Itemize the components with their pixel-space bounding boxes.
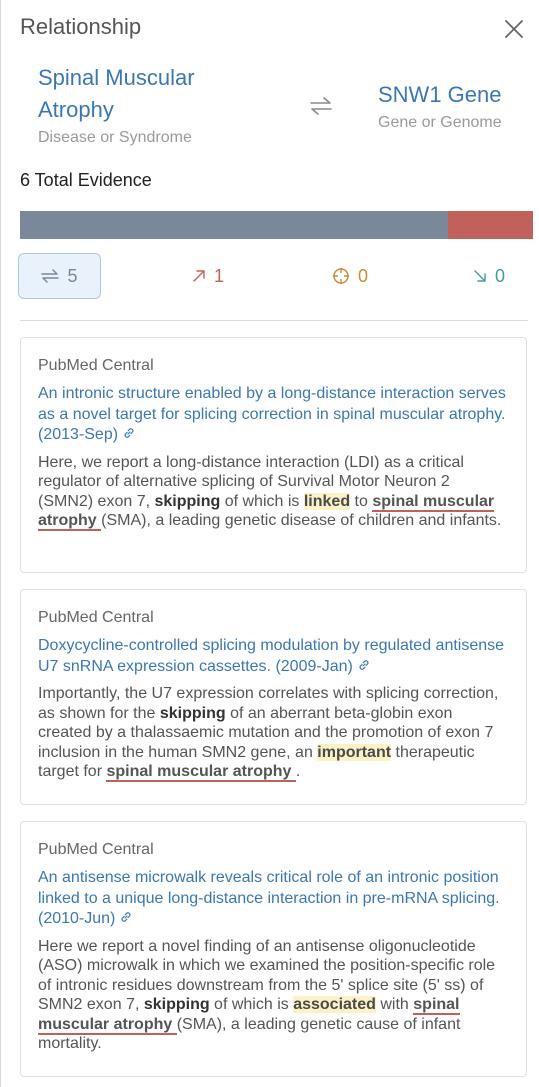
link-icon[interactable]	[119, 910, 133, 924]
filter-associated[interactable]: 5	[18, 253, 101, 299]
target-entity-type: Gene or Genome	[378, 114, 502, 131]
target-entity: SNW1 Gene Gene or Genome	[378, 79, 538, 132]
card-title-text[interactable]: An antisense microwalk reveals critical …	[38, 869, 500, 927]
bidirectional-arrows-icon	[41, 269, 60, 283]
relationship-panel: Relationship Spinal Muscular Atrophy Dis…	[0, 0, 539, 1087]
crosshair-icon	[332, 268, 349, 284]
filter-positive-count: 1	[213, 265, 224, 286]
snippet-text: (SMA), a leading genetic disease of chil…	[101, 512, 502, 529]
card-snippet: Here we report a novel finding of an ant…	[38, 937, 509, 1054]
evidence-card: PubMed Central An intronic structure ena…	[20, 337, 527, 573]
target-entity-name[interactable]: SNW1 Gene	[378, 79, 538, 111]
filter-negative-count: 0	[494, 265, 505, 286]
evidence-card: PubMed Central Doxycycline-controlled sp…	[20, 589, 527, 805]
source-entity-name[interactable]: Spinal Muscular Atrophy	[38, 62, 258, 126]
arrow-down-right-icon	[474, 270, 486, 282]
snippet-text: of which is	[220, 492, 304, 510]
card-snippet: Importantly, the U7 expression correlate…	[38, 684, 509, 782]
snippet-entity-mention: spinal muscular atrophy	[106, 763, 296, 782]
card-source: PubMed Central	[38, 841, 154, 858]
snippet-relation-highlight: important	[317, 743, 392, 761]
evidence-distribution-bar	[20, 211, 533, 239]
card-title-link[interactable]: An intronic structure enabled by a long-…	[38, 384, 509, 446]
card-title-text[interactable]: Doxycycline-controlled splicing modulati…	[38, 637, 504, 675]
bar-segment-positive	[447, 211, 533, 239]
filter-neutral-count: 0	[357, 265, 368, 286]
card-title-text[interactable]: An intronic structure enabled by a long-…	[38, 385, 506, 443]
evidence-filter-bar: 5 1 0 0	[18, 253, 523, 299]
card-snippet: Here, we report a long-distance interact…	[38, 453, 509, 531]
snippet-text: of which is	[209, 996, 294, 1013]
snippet-keyword: skipping	[154, 492, 221, 510]
snippet-relation-highlight: associated	[293, 996, 376, 1013]
total-evidence-label: 6 Total Evidence	[20, 170, 152, 190]
source-entity-type: Disease or Syndrome	[38, 129, 192, 146]
snippet-text: .	[295, 763, 301, 780]
card-title-link[interactable]: An antisense microwalk reveals critical …	[38, 868, 509, 930]
filter-associated-count: 5	[67, 265, 78, 286]
snippet-keyword: skipping	[159, 704, 226, 722]
filter-neutral[interactable]: 0	[310, 253, 390, 299]
card-title-link[interactable]: Doxycycline-controlled splicing modulati…	[38, 636, 509, 677]
panel-title: Relationship	[20, 14, 142, 39]
filter-negative[interactable]: 0	[455, 253, 523, 299]
link-icon[interactable]	[357, 658, 371, 672]
arrow-up-right-icon	[193, 270, 205, 282]
bidirectional-arrows-icon	[309, 95, 333, 117]
source-entity: Spinal Muscular Atrophy Disease or Syndr…	[38, 62, 258, 147]
divider	[20, 320, 528, 321]
bar-segment-associated	[20, 211, 448, 239]
card-source: PubMed Central	[38, 357, 154, 374]
link-icon[interactable]	[122, 426, 136, 440]
snippet-text: with	[375, 996, 414, 1013]
close-icon[interactable]	[503, 18, 525, 40]
snippet-keyword: skipping	[143, 996, 210, 1013]
card-source: PubMed Central	[38, 609, 154, 626]
snippet-relation-highlight: linked	[303, 492, 351, 510]
snippet-text: to	[350, 492, 373, 510]
filter-positive[interactable]: 1	[168, 253, 248, 299]
evidence-card: PubMed Central An antisense microwalk re…	[20, 821, 527, 1077]
